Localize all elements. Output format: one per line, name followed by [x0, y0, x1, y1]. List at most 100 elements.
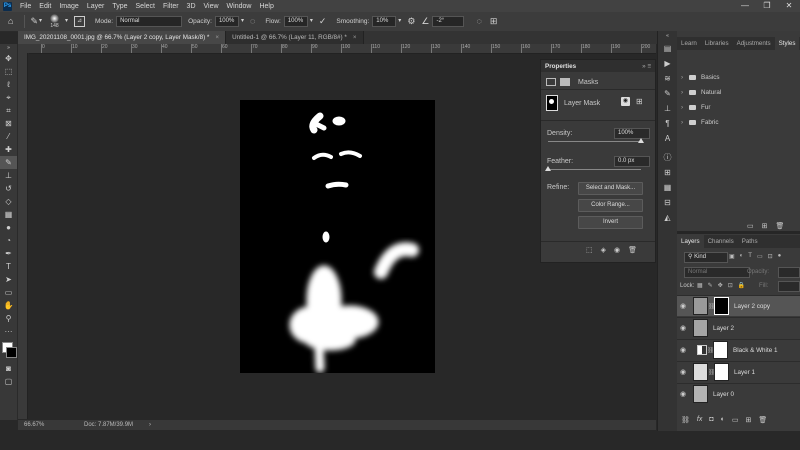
select-mask-icon[interactable]: ◉ [621, 97, 630, 106]
layer-row[interactable]: ◉ Layer 2 [677, 317, 800, 338]
screen-mode-icon[interactable]: ▢ [0, 375, 17, 388]
trash-icon[interactable]: 🗑 [776, 222, 785, 230]
gradient-tool-icon[interactable]: ▦ [0, 208, 17, 221]
feather-slider-track[interactable] [548, 169, 641, 170]
style-folder[interactable]: › Fabric [681, 116, 719, 128]
mask-thumbnail[interactable] [714, 297, 729, 315]
density-slider-thumb[interactable] [638, 138, 644, 143]
zoom-level[interactable]: 66.67% [24, 422, 62, 428]
add-vector-mask-icon[interactable]: ⊞ [636, 97, 643, 106]
select-and-mask-button[interactable]: Select and Mask... [578, 182, 643, 195]
link-icon[interactable]: ⛓ [681, 416, 690, 424]
mask-thumbnail[interactable] [714, 363, 729, 381]
chevron-right-icon[interactable]: › [681, 74, 689, 81]
character-icon[interactable]: A [658, 131, 677, 146]
glyphs-icon[interactable]: ⊟ [658, 195, 677, 210]
lock-artboard-icon[interactable]: ⊡ [728, 282, 733, 289]
tab-learn[interactable]: Learn [677, 37, 701, 50]
horizontal-ruler[interactable]: 0 10 20 30 40 50 60 70 80 90 100 110 120… [29, 44, 656, 54]
pixel-filter-icon[interactable]: ▣ [729, 253, 735, 260]
move-tool-icon[interactable]: ✥ [0, 52, 17, 65]
lock-all-icon[interactable]: 🔒 [738, 282, 745, 289]
pressure-size-icon[interactable]: ◌ [476, 17, 481, 26]
lasso-tool-icon[interactable]: ℓ [0, 78, 17, 91]
filter-toggle-icon[interactable]: ● [778, 253, 782, 260]
close-icon[interactable]: × [353, 34, 357, 41]
panel-menu-icon[interactable]: » ≡ [642, 63, 651, 70]
adjustment-filter-icon[interactable]: ◐ [740, 253, 744, 260]
menu-select[interactable]: Select [132, 3, 159, 10]
mask-thumbnail[interactable] [713, 341, 728, 359]
menu-view[interactable]: View [200, 3, 223, 10]
brush-tool-icon[interactable]: ✎ [30, 17, 38, 26]
swatches-icon[interactable]: ▦ [658, 180, 677, 195]
layer-row[interactable]: ◉ Layer 0 [677, 383, 800, 404]
document-canvas[interactable] [240, 100, 435, 373]
density-field[interactable]: 100% [614, 128, 650, 139]
trash-icon[interactable]: 🗑 [628, 246, 637, 254]
brush-panel-icon[interactable]: ✎ [658, 86, 677, 101]
visibility-eye-icon[interactable]: ◉ [614, 246, 620, 254]
tab-paths[interactable]: Paths [738, 235, 762, 248]
style-folder[interactable]: › Basics [681, 71, 720, 83]
new-style-icon[interactable]: ⊞ [762, 222, 768, 230]
folder-icon[interactable]: ▭ [747, 222, 754, 230]
close-button[interactable]: ✕ [778, 0, 800, 12]
style-folder[interactable]: › Natural [681, 86, 721, 98]
menu-help[interactable]: Help [255, 3, 277, 10]
chevron-down-icon[interactable]: ▾ [65, 17, 68, 26]
apply-mask-icon[interactable]: ◈ [601, 246, 606, 254]
tab-libraries[interactable]: Libraries [701, 37, 733, 50]
frame-tool-icon[interactable]: ⊠ [0, 117, 17, 130]
crop-tool-icon[interactable]: ⌗ [0, 104, 17, 117]
home-icon[interactable]: ⌂ [8, 17, 13, 26]
close-icon[interactable]: × [215, 34, 219, 41]
dodge-tool-icon[interactable]: ◔ [0, 234, 17, 247]
visibility-eye-icon[interactable]: ◉ [677, 390, 689, 398]
opacity-field[interactable]: 100% [214, 16, 239, 27]
feather-field[interactable]: 0.0 px [614, 156, 650, 167]
tab-adjustments[interactable]: Adjustments [733, 37, 775, 50]
clone-source-icon[interactable]: ⊥ [658, 101, 677, 116]
tab-styles[interactable]: Styles [774, 37, 800, 50]
chevron-right-icon[interactable]: › [681, 119, 689, 126]
info-icon[interactable]: ⓘ [658, 150, 677, 165]
menu-layer[interactable]: Layer [83, 3, 109, 10]
type-tool-icon[interactable]: T [0, 260, 17, 273]
lock-position-icon[interactable]: ✥ [718, 282, 723, 289]
status-menu-arrow[interactable]: › [149, 422, 151, 428]
tab-untitled-1[interactable]: Untitled-1 @ 66.7% (Layer 11, RGB/8#) * × [226, 31, 364, 44]
eraser-tool-icon[interactable]: ◇ [0, 195, 17, 208]
style-folder[interactable]: › Fur [681, 101, 710, 113]
mode-select[interactable]: Normal [116, 16, 183, 27]
smart-filter-icon[interactable]: ⊡ [768, 253, 773, 260]
angle-field[interactable]: -2° [432, 16, 465, 27]
history-brush-tool-icon[interactable]: ↺ [0, 182, 17, 195]
fill-field[interactable] [778, 281, 800, 292]
tab-channels[interactable]: Channels [704, 235, 738, 248]
quick-select-tool-icon[interactable]: ⌖ [0, 91, 17, 104]
chevron-right-icon[interactable]: › [681, 104, 689, 111]
more-tools-icon[interactable]: ··· [0, 325, 17, 338]
path-select-tool-icon[interactable]: ➤ [0, 273, 17, 286]
layer-row[interactable]: ◉ ⛓ Layer 2 copy [677, 295, 800, 316]
healing-tool-icon[interactable]: ✚ [0, 143, 17, 156]
quick-mask-icon[interactable]: ◙ [0, 362, 17, 375]
marquee-tool-icon[interactable]: ⬚ [0, 65, 17, 78]
history-icon[interactable]: ▤ [658, 41, 677, 56]
blend-mode-select[interactable]: Normal [684, 267, 750, 278]
kind-filter-select[interactable]: ⚲ Kind [684, 252, 728, 263]
adjustment-icon[interactable]: ◐ [721, 416, 725, 424]
chevron-down-icon[interactable]: ▾ [241, 17, 244, 26]
brush-tool-icon[interactable]: ✎ [0, 156, 17, 169]
vertical-ruler[interactable] [18, 53, 28, 419]
visibility-eye-icon[interactable]: ◉ [677, 324, 689, 332]
collapse-icon[interactable]: « [658, 31, 677, 41]
chevron-down-icon[interactable]: ▾ [398, 17, 401, 26]
hand-tool-icon[interactable]: ✋ [0, 299, 17, 312]
visibility-eye-icon[interactable]: ◉ [677, 346, 689, 354]
shape-tool-icon[interactable]: ▭ [0, 286, 17, 299]
paragraph-icon[interactable]: ¶ [658, 116, 677, 131]
lock-pixels-icon[interactable]: ▦ [697, 282, 703, 289]
zoom-tool-icon[interactable]: ⚲ [0, 312, 17, 325]
